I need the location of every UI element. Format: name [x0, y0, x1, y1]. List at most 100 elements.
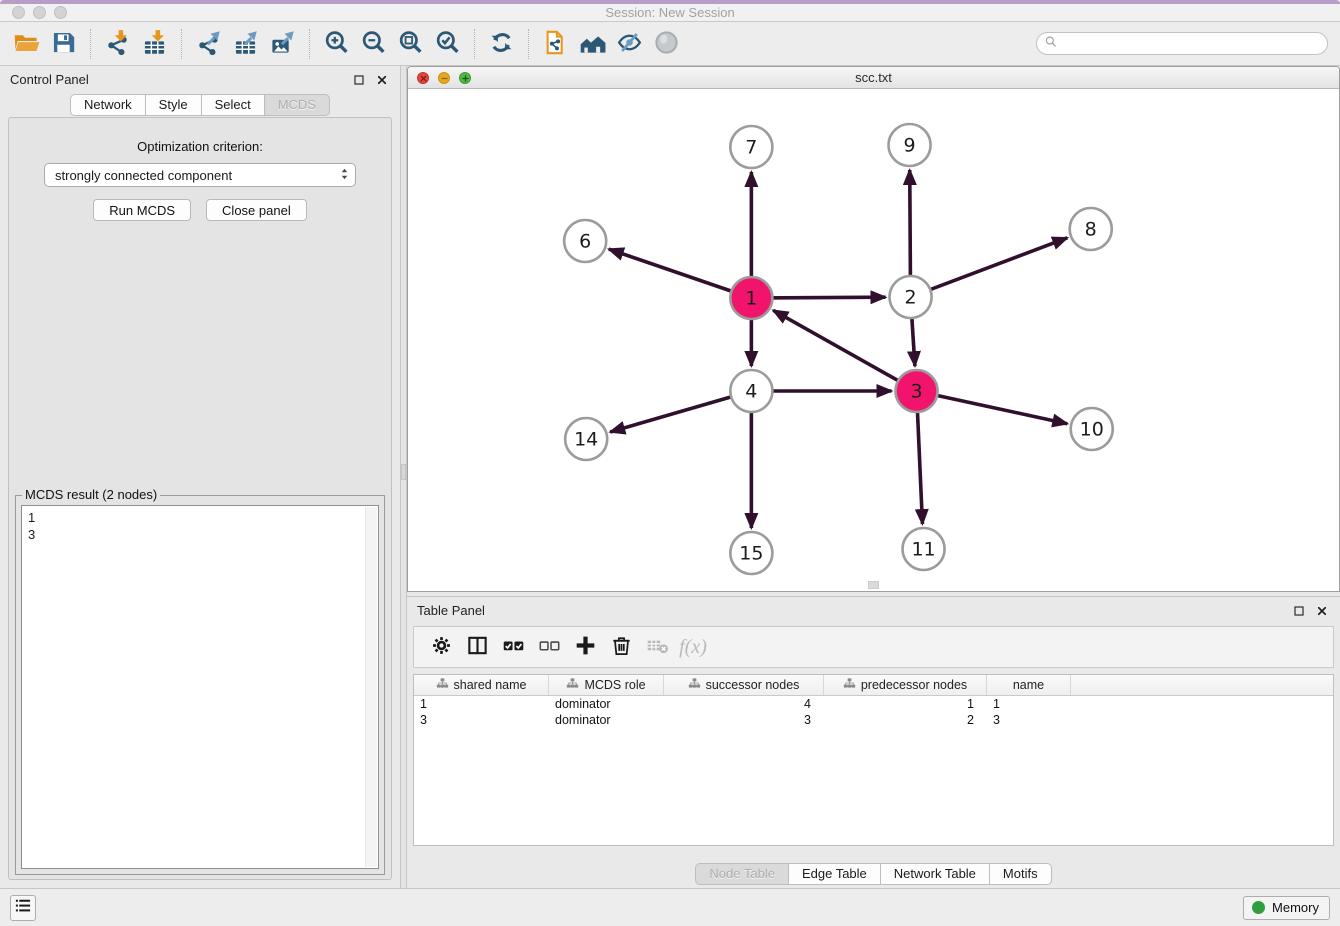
tab-select[interactable]: Select	[201, 94, 265, 116]
table-cell[interactable]: 3	[987, 713, 1071, 727]
network-canvas[interactable]: 7 9 6 8 1 2 4 3 14 10 15 11	[408, 89, 1339, 591]
edge-1-6[interactable]	[609, 249, 752, 298]
zoom-window-button[interactable]	[54, 6, 67, 19]
toolbar-separator	[90, 29, 91, 59]
column-header-MCDS-role[interactable]: MCDS role	[549, 675, 664, 695]
show-all-columns-button[interactable]	[495, 630, 531, 664]
tab-mcds[interactable]: MCDS	[264, 94, 330, 116]
main-content: Control Panel NetworkStyleSelectMCDS Opt…	[0, 66, 1340, 888]
column-header-predecessor-nodes[interactable]: predecessor nodes	[824, 675, 987, 695]
table-cell[interactable]: 1	[824, 697, 987, 711]
graph-node-6[interactable]: 6	[564, 220, 606, 262]
import-network-button[interactable]	[99, 26, 136, 62]
float-table-panel-icon[interactable]	[1290, 602, 1307, 619]
save-session-button[interactable]	[45, 26, 82, 62]
column-layout-button[interactable]	[459, 630, 495, 664]
table-cell[interactable]: 3	[414, 713, 549, 727]
canvas-resize-handle[interactable]	[868, 581, 879, 589]
add-column-button[interactable]	[567, 630, 603, 664]
task-history-button[interactable]	[10, 895, 36, 921]
export-image-button[interactable]	[264, 26, 301, 62]
table-cell[interactable]: dominator	[549, 713, 664, 727]
close-window-button[interactable]	[12, 6, 25, 19]
table-panel-title: Table Panel	[417, 603, 485, 618]
tab-style[interactable]: Style	[145, 94, 202, 116]
search-field[interactable]	[1036, 32, 1328, 55]
tab-motifs[interactable]: Motifs	[989, 863, 1052, 885]
close-table-panel-icon[interactable]	[1313, 602, 1330, 619]
table-cell[interactable]: 1	[414, 697, 549, 711]
table-row[interactable]: 1dominator411	[414, 696, 1333, 712]
column-header-shared-name[interactable]: shared name	[414, 675, 549, 695]
table-cell[interactable]: 1	[987, 697, 1071, 711]
graph-node-4[interactable]: 4	[730, 370, 772, 412]
edge-3-10[interactable]	[917, 391, 1068, 424]
graph-node-15[interactable]: 15	[730, 532, 772, 574]
graph-node-7[interactable]: 7	[730, 126, 772, 168]
column-header-name[interactable]: name	[987, 675, 1071, 695]
tab-network-table[interactable]: Network Table	[880, 863, 990, 885]
column-header-successor-nodes[interactable]: successor nodes	[664, 675, 824, 695]
zoom-selected-button[interactable]	[429, 26, 466, 62]
hide-all-columns-button[interactable]	[531, 630, 567, 664]
table-cell[interactable]: 2	[824, 713, 987, 727]
maximize-network-button[interactable]	[459, 72, 471, 84]
show-graphics-button[interactable]	[648, 26, 685, 62]
tab-node-table[interactable]: Node Table	[695, 863, 789, 885]
float-panel-icon[interactable]	[350, 71, 367, 88]
table-cell[interactable]: 4	[664, 697, 824, 711]
graph-node-9[interactable]: 9	[889, 124, 931, 166]
mcds-result-scrollbar[interactable]	[365, 507, 377, 867]
close-panel-icon[interactable]	[373, 71, 390, 88]
tab-network[interactable]: Network	[70, 94, 146, 116]
network-graph[interactable]: 7 9 6 8 1 2 4 3 14 10 15 11	[408, 89, 1339, 591]
export-network-button[interactable]	[190, 26, 227, 62]
import-table-icon	[141, 29, 168, 59]
zoom-fit-button[interactable]	[392, 26, 429, 62]
table-cell[interactable]: dominator	[549, 697, 664, 711]
edge-2-8[interactable]	[911, 238, 1068, 297]
close-network-button[interactable]	[417, 72, 429, 84]
status-bar: Memory	[0, 888, 1340, 926]
graph-node-8[interactable]: 8	[1070, 208, 1112, 250]
minimize-window-button[interactable]	[33, 6, 46, 19]
open-folder-icon	[13, 29, 40, 59]
svg-text:2: 2	[904, 287, 916, 309]
zoom-in-button[interactable]	[318, 26, 355, 62]
graph-node-10[interactable]: 10	[1071, 408, 1113, 450]
minimize-network-button[interactable]	[438, 72, 450, 84]
edge-3-1[interactable]	[773, 310, 916, 391]
table-settings-button[interactable]	[423, 630, 459, 664]
delete-column-button[interactable]	[603, 630, 639, 664]
clone-network-button[interactable]	[537, 26, 574, 62]
open-session-button[interactable]	[8, 26, 45, 62]
search-input[interactable]	[1062, 36, 1320, 51]
optimization-criterion-select[interactable]: strongly connected component	[44, 163, 356, 187]
mcds-result-item[interactable]: 3	[22, 526, 378, 543]
graph-node-3[interactable]: 3	[896, 370, 938, 412]
table-header-row: shared nameMCDS rolesuccessor nodesprede…	[414, 675, 1333, 696]
import-table-button[interactable]	[136, 26, 173, 62]
control-panel-tabs: NetworkStyleSelectMCDS	[0, 94, 400, 116]
svg-text:1: 1	[745, 288, 757, 310]
memory-button[interactable]: Memory	[1243, 896, 1330, 920]
export-table-button[interactable]	[227, 26, 264, 62]
home-button[interactable]	[574, 26, 611, 62]
run-mcds-button[interactable]: Run MCDS	[93, 199, 191, 221]
close-panel-button[interactable]: Close panel	[206, 199, 307, 221]
graph-node-11[interactable]: 11	[903, 528, 945, 570]
graph-node-1[interactable]: 1	[730, 277, 772, 319]
mcds-result-item[interactable]: 1	[22, 506, 378, 526]
refresh-layout-button[interactable]	[483, 26, 520, 62]
graph-node-2[interactable]: 2	[890, 276, 932, 318]
panel-splitter[interactable]	[400, 66, 407, 888]
table-row[interactable]: 3dominator323	[414, 712, 1333, 728]
node-table[interactable]: shared nameMCDS rolesuccessor nodesprede…	[413, 674, 1334, 846]
tab-edge-table[interactable]: Edge Table	[788, 863, 881, 885]
hide-graphics-button[interactable]	[611, 26, 648, 62]
graph-node-14[interactable]: 14	[565, 418, 607, 460]
table-cell[interactable]: 3	[664, 713, 824, 727]
zoom-out-button[interactable]	[355, 26, 392, 62]
splitter-handle[interactable]	[401, 464, 406, 480]
mcds-result-list[interactable]: 13	[21, 505, 379, 869]
